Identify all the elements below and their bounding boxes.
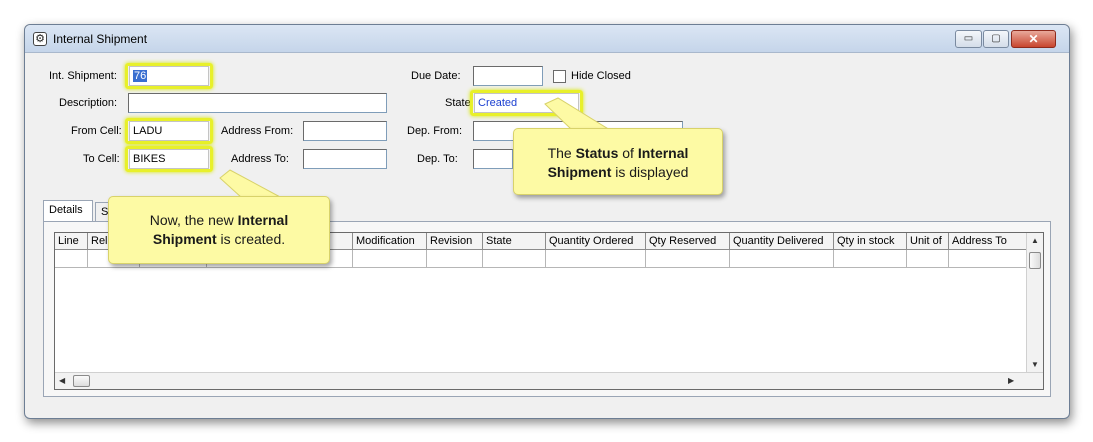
status-callout: The Status of Internal Shipment is displ… [513,128,723,195]
created-callout-post: is created. [216,231,286,247]
status-callout-pre: The [547,145,576,161]
status-callout-mid: of [618,145,638,161]
status-callout-bold3: Shipment [547,164,612,180]
created-callout-pre: Now, the new [149,212,238,228]
status-callout-pointer [544,97,612,131]
created-callout-bold2: Shipment [152,231,217,247]
created-callout-pointer [219,169,283,199]
status-callout-bold1: Status [575,145,619,161]
created-callout: Now, the new Internal Shipment is create… [108,196,330,264]
created-callout-bold1: Internal [237,212,289,228]
status-callout-post: is displayed [611,164,689,180]
status-callout-bold2: Internal [637,145,689,161]
